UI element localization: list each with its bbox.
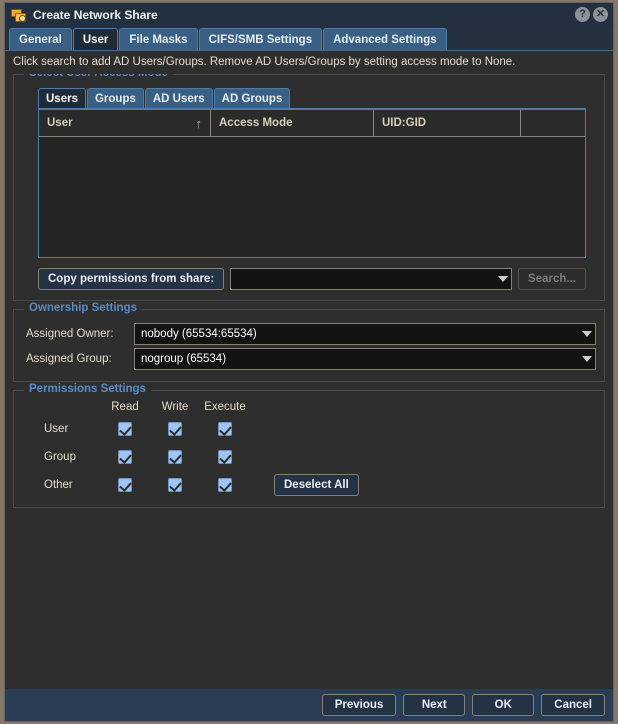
column-header-user-label: User	[47, 117, 73, 129]
tab-advanced-settings[interactable]: Advanced Settings	[323, 28, 447, 50]
chevron-down-icon	[578, 324, 595, 344]
assigned-group-label: Assigned Group:	[26, 353, 112, 365]
assigned-owner-value: nobody (65534:65534)	[141, 328, 257, 340]
permissions-header-write: Write	[161, 401, 189, 413]
table-body-empty	[39, 137, 585, 257]
column-header-access-mode[interactable]: Access Mode	[211, 110, 374, 136]
permissions-row-group-label: Group	[44, 451, 76, 463]
assigned-owner-label: Assigned Owner:	[26, 328, 114, 340]
checkbox-user-write[interactable]	[168, 422, 182, 436]
select-user-access-mode-title: Select User Access Mode	[24, 74, 173, 79]
user-access-table: User ↑ Access Mode UID:GID	[38, 108, 586, 258]
assigned-owner-row: Assigned Owner: nobody (65534:65534)	[22, 323, 596, 345]
subtab-ad-groups[interactable]: AD Groups	[213, 88, 291, 108]
search-button[interactable]: Search...	[518, 268, 586, 290]
column-header-blank[interactable]	[521, 110, 585, 136]
window-title: Create Network Share	[33, 8, 158, 22]
copy-permissions-from-share-button[interactable]: Copy permissions from share:	[38, 268, 225, 290]
checkbox-group-read[interactable]	[118, 450, 132, 464]
tab-cifs-smb-settings[interactable]: CIFS/SMB Settings	[198, 28, 323, 50]
instruction-text: Click search to add AD Users/Groups. Rem…	[13, 56, 516, 68]
subtab-users[interactable]: Users	[38, 88, 86, 108]
next-button[interactable]: Next	[403, 694, 466, 716]
ownership-settings-title: Ownership Settings	[24, 302, 142, 314]
column-header-uid-gid[interactable]: UID:GID	[374, 110, 521, 136]
column-header-user[interactable]: User ↑	[39, 110, 211, 136]
copy-permissions-row: Copy permissions from share: Search...	[38, 268, 586, 290]
checkbox-user-execute[interactable]	[218, 422, 232, 436]
select-user-access-mode-group: Select User Access Mode Users Groups AD …	[13, 74, 605, 301]
permissions-row-group: Group	[26, 443, 596, 471]
checkbox-user-read[interactable]	[118, 422, 132, 436]
access-mode-sub-tabs: Users Groups AD Users AD Groups	[38, 87, 596, 108]
help-icon[interactable]: ?	[575, 7, 590, 22]
permissions-header-execute: Execute	[204, 401, 246, 413]
assigned-owner-select[interactable]: nobody (65534:65534)	[134, 323, 596, 345]
chevron-down-icon	[578, 349, 595, 369]
subtab-ad-users[interactable]: AD Users	[144, 88, 213, 108]
title-bar-buttons: ? ✕	[575, 7, 608, 22]
subtab-groups[interactable]: Groups	[86, 88, 144, 108]
deselect-all-button[interactable]: Deselect All	[274, 474, 359, 496]
permissions-settings-group: Permissions Settings Read Write Execute …	[13, 383, 605, 508]
copy-permissions-share-select[interactable]	[230, 268, 513, 290]
ok-button[interactable]: OK	[472, 694, 535, 716]
network-share-folder-icon	[11, 8, 28, 23]
checkbox-other-write[interactable]	[168, 478, 182, 492]
permissions-row-other: Other Deselect All	[26, 471, 596, 499]
table-header-row: User ↑ Access Mode UID:GID	[39, 110, 585, 137]
tab-general[interactable]: General	[9, 28, 72, 50]
chevron-down-icon	[494, 269, 511, 289]
assigned-group-row: Assigned Group: nogroup (65534)	[22, 348, 596, 370]
previous-button[interactable]: Previous	[321, 694, 397, 716]
create-network-share-dialog: Create Network Share ? ✕ General User Fi…	[4, 2, 614, 722]
dialog-body: Select User Access Mode Users Groups AD …	[5, 74, 613, 689]
checkbox-other-read[interactable]	[118, 478, 132, 492]
main-tab-strip: General User File Masks CIFS/SMB Setting…	[5, 27, 613, 51]
permissions-header-read: Read	[111, 401, 139, 413]
permissions-row-other-label: Other	[44, 479, 73, 491]
title-bar: Create Network Share ? ✕	[5, 3, 613, 27]
checkbox-other-execute[interactable]	[218, 478, 232, 492]
tab-file-masks[interactable]: File Masks	[119, 28, 198, 50]
cancel-button[interactable]: Cancel	[541, 694, 605, 716]
checkbox-group-execute[interactable]	[218, 450, 232, 464]
checkbox-group-write[interactable]	[168, 450, 182, 464]
tab-user[interactable]: User	[72, 28, 119, 50]
sort-ascending-icon: ↑	[195, 115, 203, 131]
permissions-header-row: Read Write Execute	[26, 401, 596, 413]
permissions-settings-title: Permissions Settings	[24, 383, 151, 395]
assigned-group-select[interactable]: nogroup (65534)	[134, 348, 596, 370]
assigned-group-value: nogroup (65534)	[141, 353, 227, 365]
permissions-row-user: User	[26, 415, 596, 443]
ownership-settings-group: Ownership Settings Assigned Owner: nobod…	[13, 302, 605, 382]
dialog-footer: Previous Next OK Cancel	[5, 689, 613, 721]
permissions-row-user-label: User	[44, 423, 69, 435]
close-icon[interactable]: ✕	[593, 7, 608, 22]
